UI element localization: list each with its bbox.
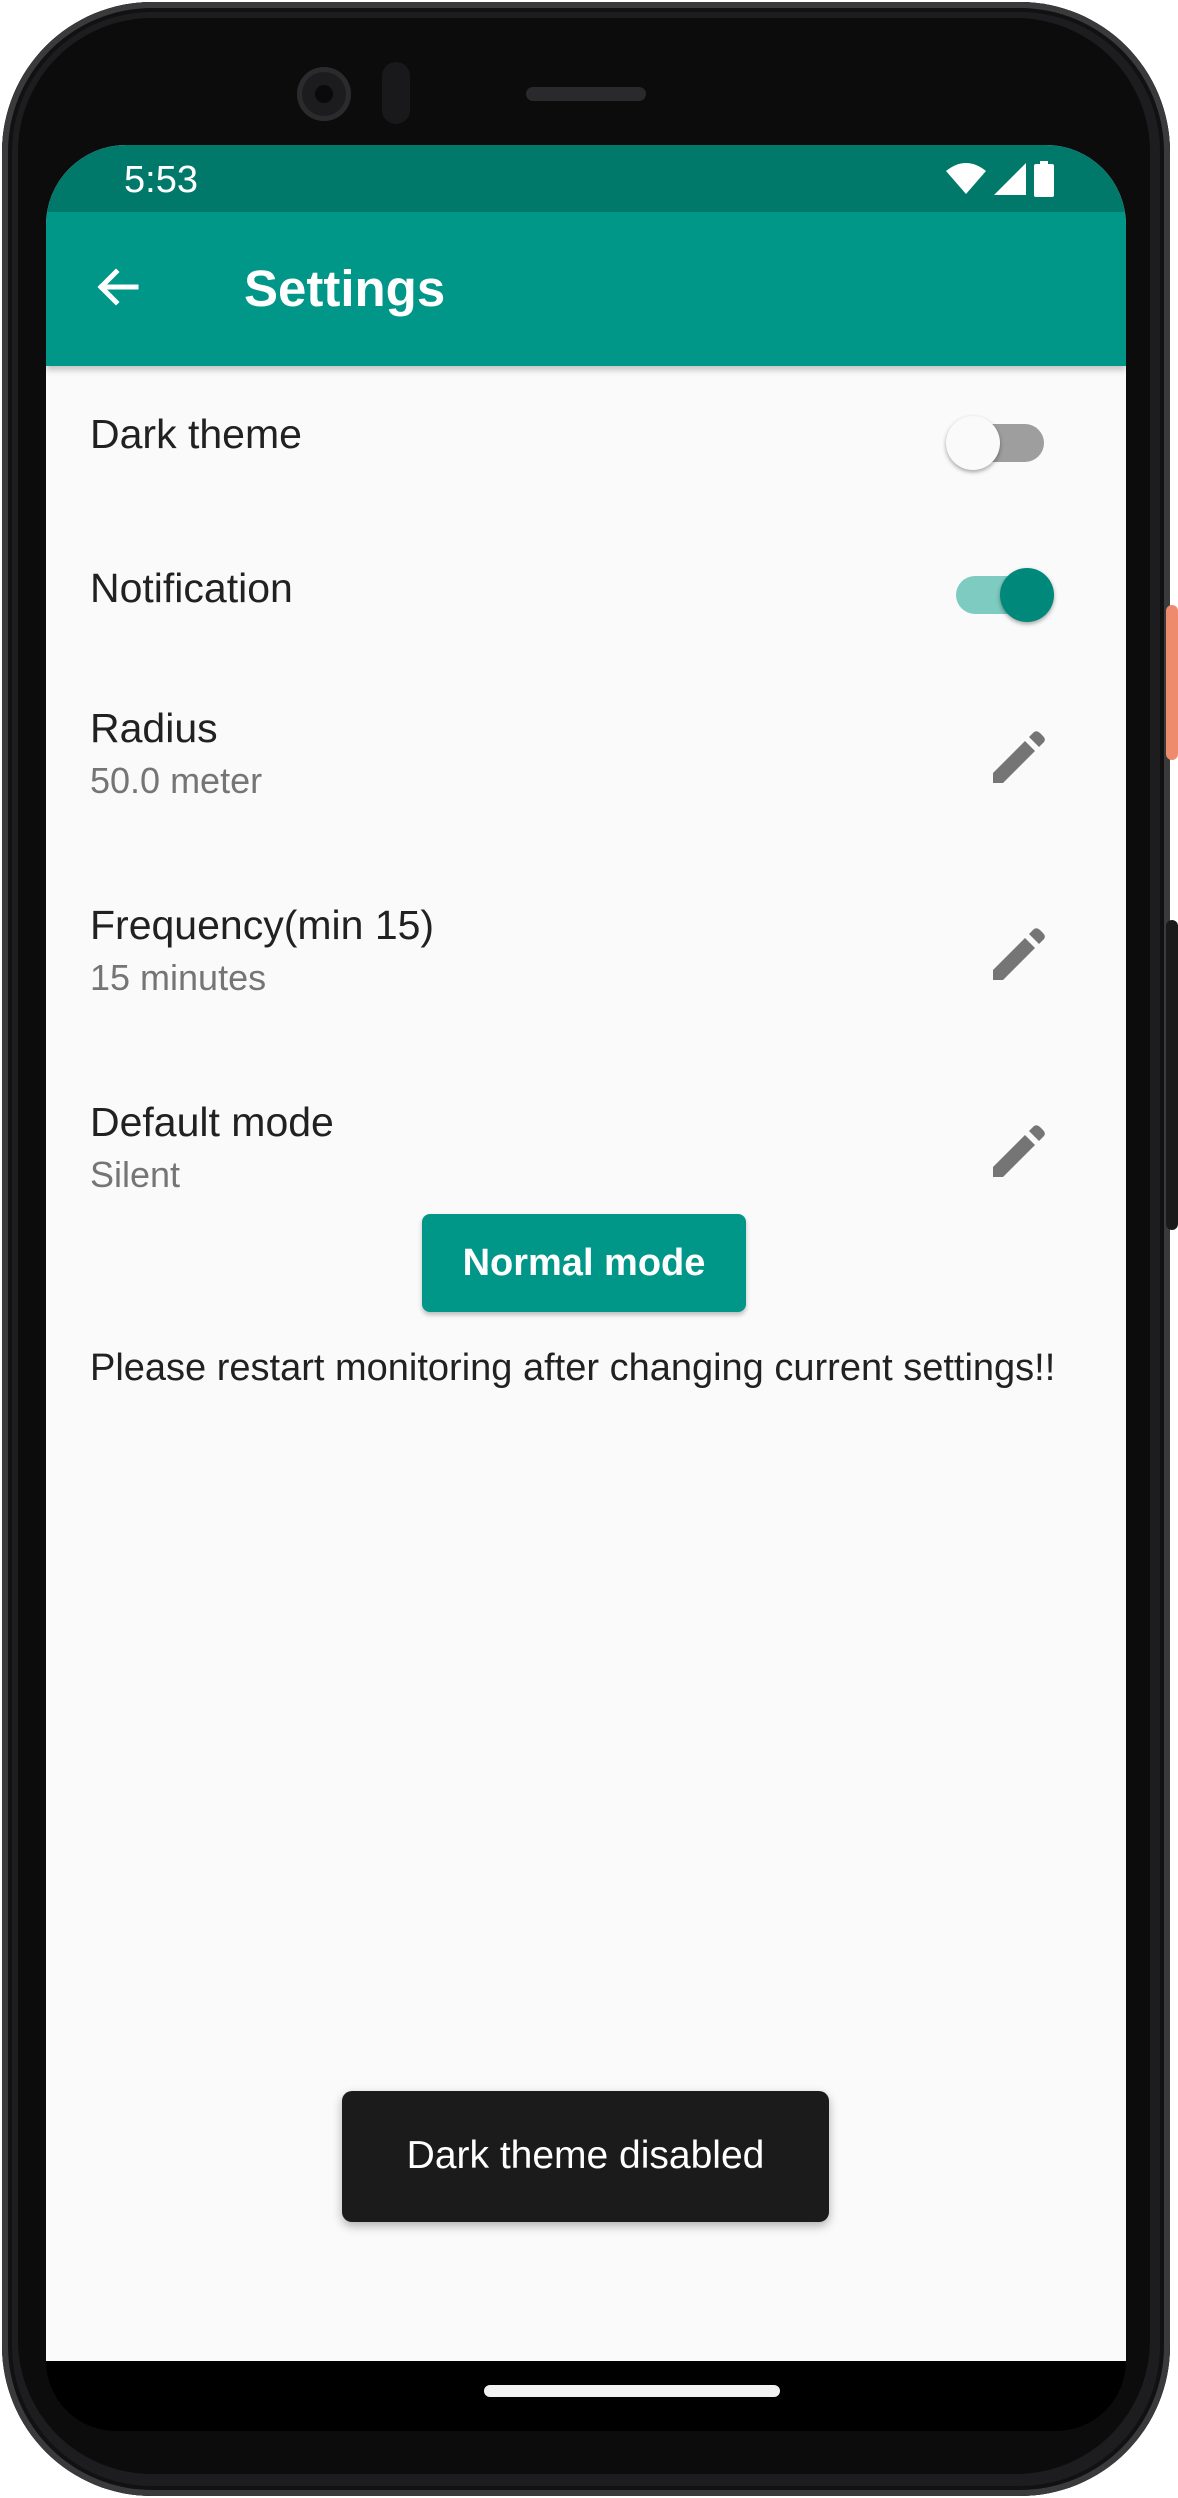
- switch-thumb: [1000, 568, 1054, 622]
- notification-switch[interactable]: [946, 560, 1054, 622]
- setting-notification-label: Notification: [90, 565, 293, 611]
- battery-icon: [1034, 161, 1054, 197]
- setting-default-mode-label: Default mode: [90, 1099, 334, 1145]
- pencil-edit-icon: [991, 730, 1045, 790]
- status-time: 5:53: [124, 159, 198, 201]
- setting-frequency[interactable]: Frequency(min 15) 15 minutes: [46, 871, 1126, 1068]
- edit-radius-button[interactable]: [978, 720, 1058, 800]
- edit-default-mode-button[interactable]: [978, 1114, 1058, 1194]
- restart-notice: Please restart monitoring after changing…: [90, 1347, 1056, 1389]
- setting-dark-theme-label: Dark theme: [90, 411, 302, 457]
- status-bar: 5:53: [46, 145, 1126, 212]
- switch-thumb: [946, 416, 1000, 470]
- setting-radius-label: Radius: [90, 705, 218, 751]
- status-icons: [946, 160, 1054, 198]
- app-bar: Settings: [46, 212, 1126, 366]
- proximity-sensor: [382, 62, 410, 124]
- signal-icon: [994, 163, 1026, 195]
- app-screen: 5:53 Settings Dark theme Notification Ra…: [46, 145, 1126, 2361]
- front-camera: [297, 67, 351, 121]
- setting-radius[interactable]: Radius 50.0 meter: [46, 674, 1126, 871]
- setting-notification[interactable]: Notification: [46, 520, 1126, 674]
- setting-frequency-value: 15 minutes: [90, 957, 267, 998]
- page-title: Settings: [244, 260, 446, 317]
- dark-theme-switch[interactable]: [946, 408, 1054, 470]
- power-button[interactable]: [1166, 605, 1178, 760]
- arrow-back-icon: [94, 263, 142, 316]
- snackbar-message: Dark theme disabled: [406, 2134, 765, 2177]
- home-gesture-handle[interactable]: [484, 2385, 780, 2397]
- earpiece-speaker: [526, 87, 646, 101]
- volume-button[interactable]: [1166, 920, 1178, 1230]
- back-button[interactable]: [74, 245, 162, 333]
- navigation-bar: [46, 2361, 1126, 2431]
- normal-mode-button[interactable]: Normal mode: [422, 1214, 746, 1312]
- pencil-edit-icon: [991, 1124, 1045, 1184]
- setting-frequency-label: Frequency(min 15): [90, 902, 435, 948]
- pencil-edit-icon: [991, 927, 1045, 987]
- setting-default-mode-value: Silent: [90, 1154, 181, 1195]
- phone-device: 5:53 Settings Dark theme Notification Ra…: [0, 0, 1178, 2498]
- snackbar: Dark theme disabled: [342, 2091, 829, 2222]
- setting-radius-value: 50.0 meter: [90, 760, 263, 801]
- setting-dark-theme[interactable]: Dark theme: [46, 366, 1126, 520]
- wifi-icon: [946, 163, 986, 195]
- edit-frequency-button[interactable]: [978, 917, 1058, 997]
